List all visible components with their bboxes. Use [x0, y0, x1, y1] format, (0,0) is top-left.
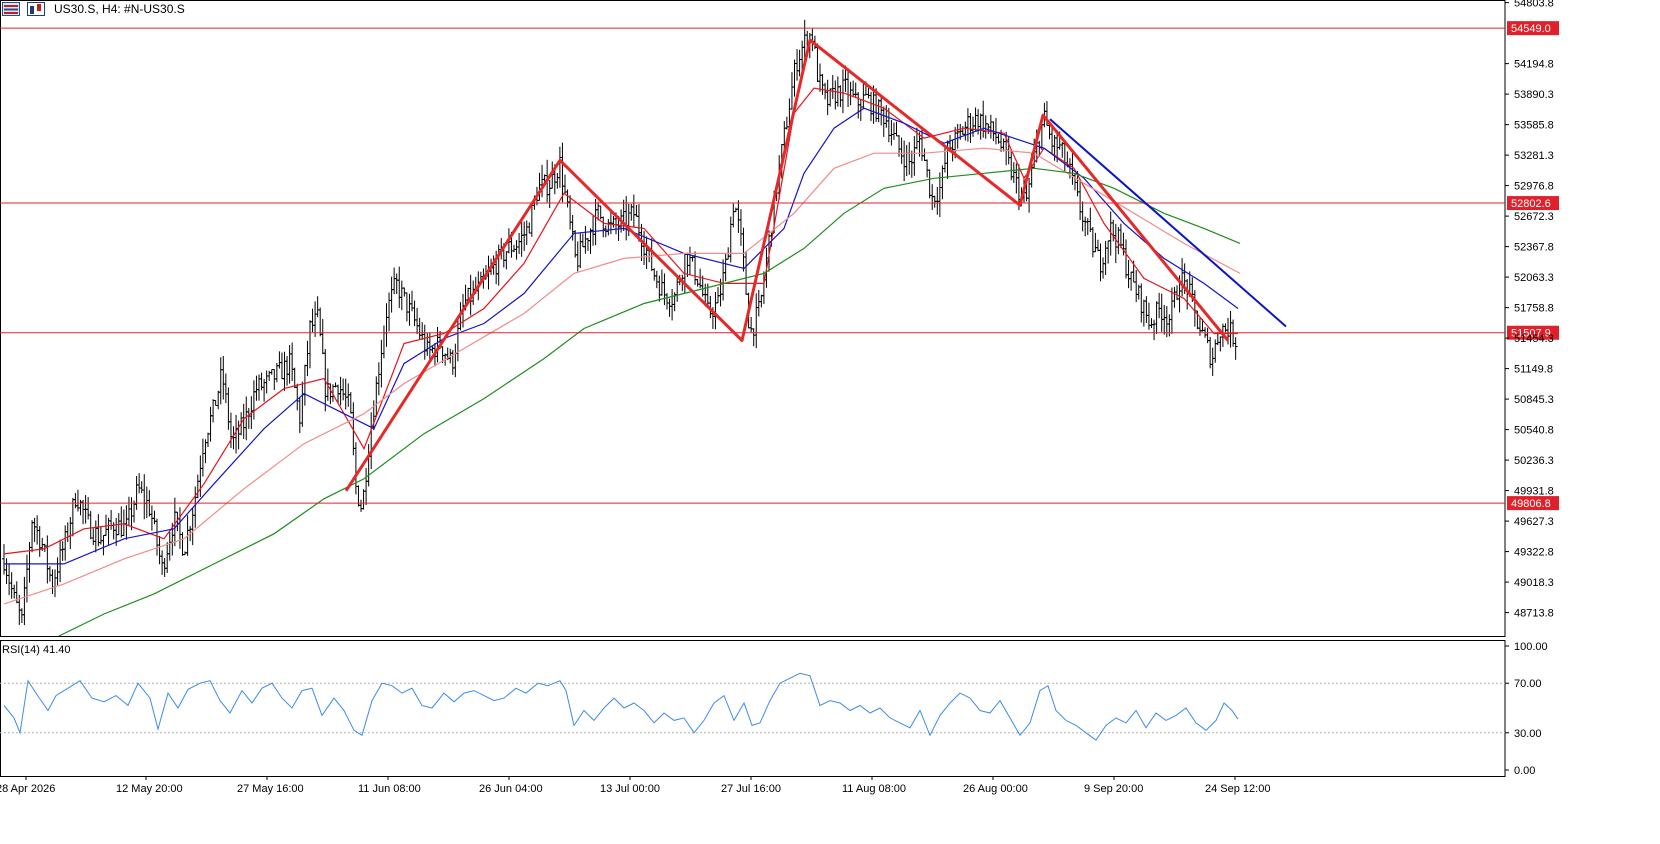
time-tick-label: 9 Sep 20:00	[1084, 783, 1143, 795]
price-tick-label: 52672.3	[1514, 211, 1554, 223]
price-tick-label: 50540.8	[1514, 425, 1554, 437]
price-tick-label: 51758.8	[1514, 303, 1554, 315]
level-label: 54549.0	[1511, 23, 1551, 35]
chart-area[interactable]: 54549.0 52802.6 51507.9 49806.8 54803.8 54194…	[0, 0, 1660, 839]
chart-bars-icon[interactable]	[2, 2, 20, 16]
time-tick-label: 11 Jun 08:00	[358, 783, 421, 795]
time-tick-label: 24 Sep 12:00	[1205, 783, 1270, 795]
price-tick-label: 52367.8	[1514, 242, 1554, 254]
time-tick-label: 26 Aug 00:00	[963, 783, 1028, 795]
time-tick-label: 11 Aug 08:00	[842, 783, 906, 795]
chart-title: US30.S, H4: #N-US30.S	[54, 2, 185, 16]
price-tick-label: 54803.8	[1514, 0, 1554, 10]
rsi-tick-label: 70.00	[1514, 678, 1542, 690]
price-tick-label: 52063.3	[1514, 272, 1554, 284]
time-tick-label: 27 Jul 16:00	[721, 783, 781, 795]
candles-icon[interactable]	[27, 2, 45, 16]
price-tick-label: 49322.8	[1514, 547, 1554, 559]
price-tick-label: 53281.3	[1514, 150, 1554, 162]
rsi-tick-label: 100.00	[1514, 641, 1548, 653]
moving-average-ma_fast	[3, 87, 1238, 555]
rsi-tick-label: 0.00	[1514, 765, 1535, 777]
price-tick-label: 50845.3	[1514, 394, 1554, 406]
price-tick-label: 49018.3	[1514, 577, 1554, 589]
price-tick-label: 51149.8	[1514, 364, 1553, 376]
price-tick-label: 53890.3	[1514, 89, 1554, 101]
price-tick-label: 49931.8	[1514, 486, 1554, 498]
time-tick-label: 13 Jul 00:00	[600, 783, 660, 795]
rsi-tick-label: 30.00	[1514, 728, 1542, 740]
time-tick-label: 12 May 20:00	[116, 783, 183, 795]
price-tick-label: 51454.3	[1514, 333, 1554, 345]
time-tick-label: 26 Jun 04:00	[479, 783, 543, 795]
time-tick-label: 27 May 16:00	[237, 783, 304, 795]
price-tick-label: 49627.3	[1514, 516, 1554, 528]
price-tick-label: 54194.8	[1514, 59, 1554, 71]
price-tick-label: 52976.8	[1514, 181, 1554, 193]
price-tick-label: 53585.8	[1514, 120, 1554, 132]
moving-average-ma_slow_faint	[3, 147, 1241, 605]
main-chart-svg: 54549.052802.651507.949806.854803.854194…	[0, 0, 1559, 795]
main-plot-frame	[0, 0, 1506, 637]
price-tick-label: 48713.8	[1514, 608, 1554, 620]
level-label: 52802.6	[1511, 198, 1551, 210]
level-label: 49806.8	[1511, 498, 1551, 510]
time-tick-label: 28 Apr 2026	[0, 783, 55, 795]
zigzag-pattern	[344, 38, 1230, 492]
moving-average-ma_mid	[4, 107, 1239, 565]
price-tick-label: 50236.3	[1514, 455, 1554, 467]
rsi-title: RSI(14) 41.40	[2, 644, 70, 656]
